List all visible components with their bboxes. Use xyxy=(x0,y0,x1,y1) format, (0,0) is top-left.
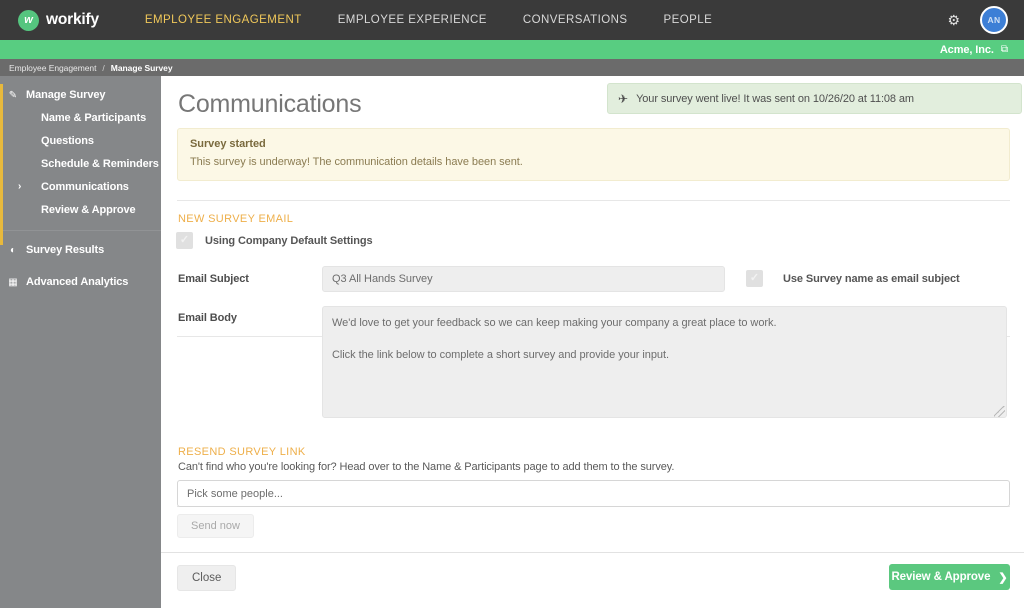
sidebar-divider xyxy=(0,230,161,231)
default-settings-checkbox[interactable] xyxy=(176,232,193,249)
sidebar-item-review-approve[interactable]: Review & Approve xyxy=(0,198,161,221)
sidebar-item-label: Advanced Analytics xyxy=(26,276,129,288)
top-navigation-bar: w workify EMPLOYEE ENGAGEMENT EMPLOYEE E… xyxy=(0,0,1024,40)
sidebar-item-label: Questions xyxy=(41,134,94,147)
breadcrumb-item-manage-survey: Manage Survey xyxy=(110,62,173,73)
page-title: Communications xyxy=(178,90,362,118)
nav-item-people[interactable]: PEOPLE xyxy=(646,0,731,40)
sidebar-group-manage-survey: ✎ Manage Survey Name & Participants Ques… xyxy=(0,84,161,245)
nav-item-employee-engagement[interactable]: EMPLOYEE ENGAGEMENT xyxy=(127,0,320,40)
company-name: Acme, Inc. xyxy=(939,43,994,56)
sidebar-item-schedule-reminders[interactable]: Schedule & Reminders xyxy=(0,152,161,175)
chevron-right-icon: ❯ xyxy=(998,571,1008,584)
chevron-right-icon: › xyxy=(18,181,22,192)
use-survey-name-row[interactable]: Use Survey name as email subject xyxy=(746,270,960,287)
sidebar-item-communications[interactable]: › Communications xyxy=(0,175,161,198)
sidebar-item-advanced-analytics[interactable]: ▦ Advanced Analytics xyxy=(0,269,161,295)
bar-chart-icon: ▦ xyxy=(8,276,18,288)
use-survey-name-checkbox[interactable] xyxy=(746,270,763,287)
sidebar-item-survey-results[interactable]: ◐ Survey Results xyxy=(0,237,161,263)
sidebar: ✎ Manage Survey Name & Participants Ques… xyxy=(0,76,161,608)
sidebar-item-questions[interactable]: Questions xyxy=(0,129,161,152)
default-settings-label: Using Company Default Settings xyxy=(205,234,373,247)
resend-help-text: Can't find who you're looking for? Head … xyxy=(178,461,675,473)
email-subject-input[interactable]: Q3 All Hands Survey xyxy=(322,266,725,292)
survey-started-alert: Survey started This survey is underway! … xyxy=(177,128,1010,181)
sidebar-item-label: Schedule & Reminders xyxy=(41,157,159,170)
sidebar-item-name-participants[interactable]: Name & Participants xyxy=(0,106,161,129)
gear-icon[interactable]: ⚙ xyxy=(947,13,960,27)
alert-title: Survey started xyxy=(190,138,266,150)
workify-logo-mark-icon: w xyxy=(18,9,39,31)
sidebar-item-manage-survey[interactable]: ✎ Manage Survey xyxy=(0,84,161,106)
email-body-line-1: We'd love to get your feedback so we can… xyxy=(332,317,777,329)
section-title-new-survey-email: NEW SURVEY EMAIL xyxy=(178,213,294,225)
divider-top xyxy=(177,200,1010,201)
alert-body: This survey is underway! The communicati… xyxy=(190,156,523,168)
email-body-line-2: Click the link below to complete a short… xyxy=(332,348,670,361)
section-title-resend-survey-link: RESEND SURVEY LINK xyxy=(178,446,306,458)
sidebar-item-label: Communications xyxy=(41,180,129,193)
breadcrumb: Employee Engagement / Manage Survey xyxy=(0,59,1024,76)
nav-item-conversations[interactable]: CONVERSATIONS xyxy=(505,0,646,40)
email-body-textarea[interactable]: We'd love to get your feedback so we can… xyxy=(322,306,1007,418)
nav-right-controls: ⚙ AN xyxy=(947,6,1008,34)
sidebar-item-label: Review & Approve xyxy=(41,203,136,216)
workify-logo[interactable]: w workify xyxy=(18,9,99,31)
pie-chart-icon: ◐ xyxy=(9,244,17,256)
review-approve-button[interactable]: Review & Approve ❯ xyxy=(889,564,1010,590)
company-bar: Acme, Inc. ⧉ xyxy=(0,40,1024,59)
avatar[interactable]: AN xyxy=(980,6,1008,34)
footer-divider xyxy=(161,552,1024,553)
email-subject-label: Email Subject xyxy=(178,273,249,285)
pick-people-input[interactable] xyxy=(177,480,1010,507)
breadcrumb-separator: / xyxy=(102,62,105,73)
sidebar-item-label: Manage Survey xyxy=(26,89,106,101)
workify-logo-text: workify xyxy=(46,11,99,28)
using-company-default-settings-row[interactable]: Using Company Default Settings xyxy=(176,232,373,249)
email-body-spacer xyxy=(332,332,1006,348)
main-content: ✈ Your survey went live! It was sent on … xyxy=(161,76,1024,608)
external-link-icon[interactable]: ⧉ xyxy=(1001,44,1008,55)
send-now-button[interactable]: Send now xyxy=(177,514,254,538)
use-survey-name-label: Use Survey name as email subject xyxy=(783,272,960,285)
toast-message: Your survey went live! It was sent on 10… xyxy=(636,92,914,105)
close-button[interactable]: Close xyxy=(177,565,237,591)
edit-square-icon: ✎ xyxy=(8,89,18,101)
primary-nav-items: EMPLOYEE ENGAGEMENT EMPLOYEE EXPERIENCE … xyxy=(127,0,730,40)
paper-plane-icon: ✈ xyxy=(618,91,629,106)
sidebar-item-label: Survey Results xyxy=(26,244,105,256)
email-body-label: Email Body xyxy=(178,312,237,324)
review-approve-label: Review & Approve xyxy=(891,571,991,583)
survey-live-toast: ✈ Your survey went live! It was sent on … xyxy=(607,83,1022,114)
nav-item-employee-experience[interactable]: EMPLOYEE EXPERIENCE xyxy=(320,0,505,40)
breadcrumb-item-employee-engagement[interactable]: Employee Engagement xyxy=(9,63,96,73)
sidebar-item-label: Name & Participants xyxy=(41,111,147,124)
